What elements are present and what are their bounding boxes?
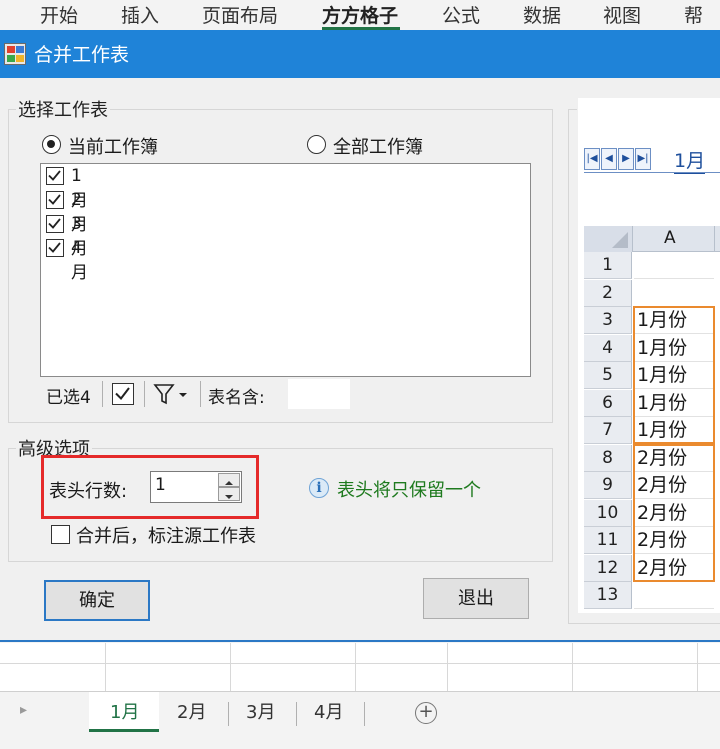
ribbon-tab-view[interactable]: 视图 — [603, 1, 641, 28]
ribbon-tab-page-layout[interactable]: 页面布局 — [202, 1, 278, 28]
grid-line — [447, 643, 448, 691]
row-number: 3 — [584, 307, 632, 334]
ribbon-tab-ffcell[interactable]: 方方格子 — [322, 1, 398, 28]
sheet-list-toolbar: 已选4 表名含: — [40, 377, 531, 413]
name-contains-label: 表名含: — [208, 388, 265, 408]
row-number: 13 — [584, 582, 632, 609]
radio-current-workbook[interactable] — [42, 135, 61, 154]
divider — [584, 172, 720, 173]
checkbox-checked-icon[interactable] — [46, 215, 64, 233]
checkbox-checked-icon[interactable] — [46, 239, 64, 257]
radio-current-workbook-label[interactable]: 当前工作簿 — [68, 133, 158, 159]
last-sheet-icon: ▶| — [635, 148, 651, 170]
row-number: 11 — [584, 527, 632, 554]
row-number: 4 — [584, 334, 632, 362]
sheet-list[interactable]: 1月 2月 3月 4月 — [40, 163, 531, 377]
ok-button[interactable]: 确定 — [44, 580, 150, 621]
row-number: 9 — [584, 472, 632, 499]
sheet-tab-bar: ▸ 1月 2月 3月 4月 + — [0, 691, 720, 749]
select-all-checkbox-icon[interactable] — [112, 383, 134, 405]
select-all-corner — [584, 226, 633, 252]
add-sheet-icon[interactable]: + — [415, 702, 437, 724]
grid-line — [230, 643, 231, 691]
preview-grid: A 1 2 3 1月份 4 1月份 5 1月份 6 1月份 7 1月份 8 2月份 9 2月份 10 2月份 11 2… — [584, 226, 720, 609]
radio-all-workbooks[interactable] — [307, 135, 326, 154]
highlight-annotation-box — [41, 455, 259, 519]
filter-dropdown-icon[interactable] — [152, 382, 192, 408]
row-number: 10 — [584, 499, 632, 527]
divider — [102, 381, 103, 407]
row-number: 5 — [584, 362, 632, 389]
prev-sheet-icon: ◀ — [601, 148, 617, 170]
column-header-a: A — [664, 228, 676, 248]
annotate-source-label[interactable]: 合并后，标注源工作表 — [76, 522, 256, 548]
worksheet-grid — [0, 643, 720, 691]
ribbon-tab-insert[interactable]: 插入 — [121, 1, 159, 28]
app-icon — [4, 43, 26, 65]
first-sheet-icon: |◀ — [584, 148, 600, 170]
divider — [364, 702, 365, 726]
ribbon-tab-formulas[interactable]: 公式 — [442, 1, 480, 28]
dialog-title: 合并工作表 — [34, 44, 130, 66]
row-number: 6 — [584, 389, 632, 417]
divider — [714, 226, 715, 252]
info-icon: i — [309, 478, 329, 498]
grid-line — [0, 663, 720, 664]
checkbox-checked-icon[interactable] — [46, 191, 64, 209]
jan-rows-highlight — [633, 306, 715, 444]
grid-cell — [634, 252, 714, 279]
selected-count: 已选4 — [46, 388, 91, 408]
header-info-text: 表头将只保留一个 — [337, 480, 481, 501]
annotate-source-checkbox[interactable] — [51, 525, 70, 544]
row-number: 8 — [584, 444, 632, 472]
sheet-tab-feb[interactable]: 2月 — [177, 698, 206, 724]
dialog-titlebar[interactable]: 合并工作表 — [0, 30, 720, 78]
preview-sheet-tab: 1月 — [674, 146, 706, 174]
row-number: 7 — [584, 417, 632, 444]
ribbon-tabs: 开始 插入 页面布局 方方格子 公式 数据 视图 帮助 — [0, 0, 720, 54]
grid-line — [697, 643, 698, 691]
sheet-tab-apr[interactable]: 4月 — [314, 698, 343, 724]
exit-button[interactable]: 退出 — [423, 578, 529, 619]
divider — [200, 381, 201, 407]
ribbon-tab-data[interactable]: 数据 — [523, 1, 561, 28]
divider — [144, 381, 145, 407]
grid-cell — [634, 280, 714, 307]
sheet-item-label: 4月 — [71, 238, 88, 283]
scroll-tabs-icon[interactable]: ▸ — [20, 702, 27, 718]
select-sheets-group-title: 选择工作表 — [16, 96, 110, 122]
sheet-tab-mar[interactable]: 3月 — [246, 698, 275, 724]
checkbox-checked-icon[interactable] — [46, 167, 64, 185]
divider — [228, 702, 229, 726]
ribbon-tab-home[interactable]: 开始 — [40, 1, 78, 28]
grid-line — [572, 643, 573, 691]
sheet-tab-jan[interactable]: 1月 — [110, 698, 139, 724]
name-contains-input[interactable] — [288, 379, 350, 409]
next-sheet-icon: ▶ — [618, 148, 634, 170]
divider — [296, 702, 297, 726]
column-header-row: A — [584, 226, 720, 252]
grid-line — [105, 643, 106, 691]
row-number: 1 — [584, 252, 632, 279]
row-number: 12 — [584, 554, 632, 582]
radio-all-workbooks-label[interactable]: 全部工作簿 — [333, 133, 423, 159]
preview-sheet-nav: |◀ ◀ ▶ ▶| 1月 — [584, 146, 720, 176]
feb-rows-highlight — [633, 444, 715, 582]
grid-line — [355, 643, 356, 691]
row-number: 2 — [584, 279, 632, 307]
grid-cell — [634, 582, 714, 609]
